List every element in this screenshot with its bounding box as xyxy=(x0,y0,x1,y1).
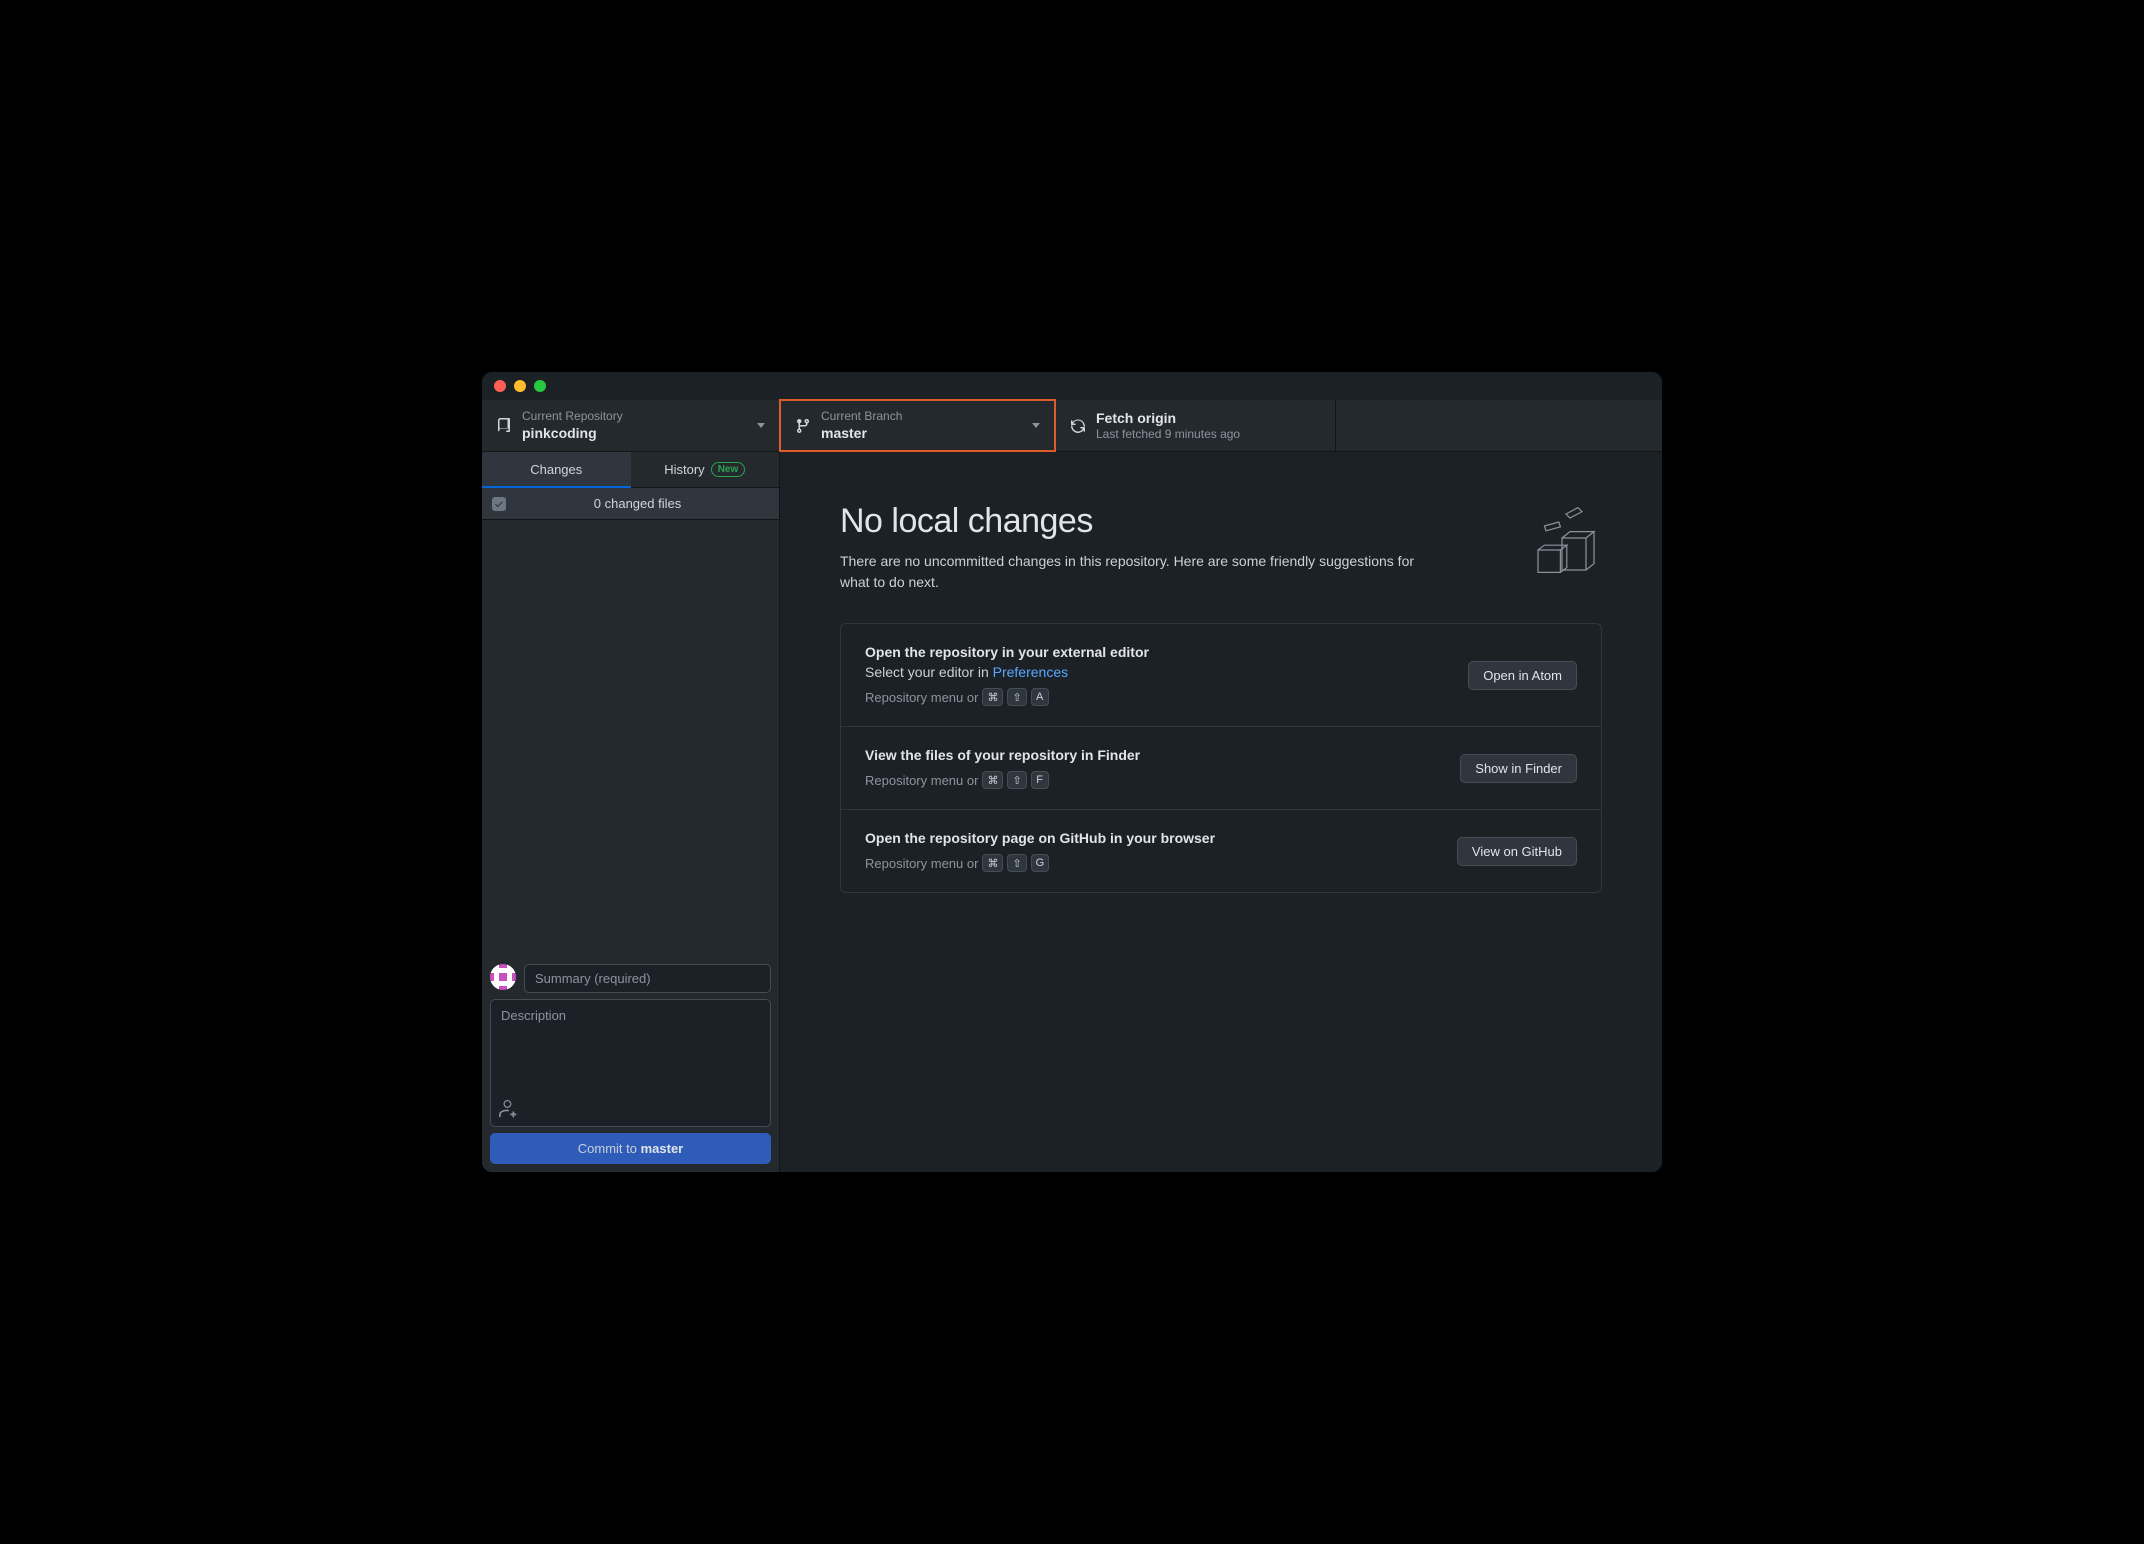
commit-prefix: Commit to xyxy=(578,1141,641,1156)
check-icon xyxy=(494,499,504,509)
fetch-label: Fetch origin xyxy=(1096,409,1321,427)
kbd-cmd: ⌘ xyxy=(982,688,1003,706)
suggestion-title: Open the repository in your external edi… xyxy=(865,644,1448,660)
tab-changes-label: Changes xyxy=(530,462,582,477)
sidebar: Changes History New 0 changed files xyxy=(482,452,780,1172)
changes-header: 0 changed files xyxy=(482,488,779,520)
repo-icon xyxy=(496,418,512,434)
show-in-finder-button[interactable]: Show in Finder xyxy=(1460,754,1577,783)
repo-value: pinkcoding xyxy=(522,424,747,442)
app-window: Current Repository pinkcoding Current Br… xyxy=(482,372,1662,1172)
minimize-window-button[interactable] xyxy=(514,380,526,392)
commit-branch: master xyxy=(641,1141,684,1156)
changes-count: 0 changed files xyxy=(506,496,769,511)
suggestion-title: View the files of your repository in Fin… xyxy=(865,747,1440,763)
kbd-a: A xyxy=(1031,688,1049,706)
suggestions-list: Open the repository in your external edi… xyxy=(840,623,1602,893)
maximize-window-button[interactable] xyxy=(534,380,546,392)
sidebar-tabs: Changes History New xyxy=(482,452,779,488)
commit-form: Description Commit to master xyxy=(482,956,779,1172)
avatar[interactable] xyxy=(490,964,516,990)
select-all-checkbox[interactable] xyxy=(492,497,506,511)
changes-list xyxy=(482,520,779,956)
add-coauthor-icon[interactable] xyxy=(499,1100,517,1118)
fetch-origin-button[interactable]: Fetch origin Last fetched 9 minutes ago xyxy=(1056,400,1336,451)
view-on-github-button[interactable]: View on GitHub xyxy=(1457,837,1577,866)
tab-history[interactable]: History New xyxy=(631,452,780,488)
current-repository-dropdown[interactable]: Current Repository pinkcoding xyxy=(482,400,780,451)
description-input[interactable]: Description xyxy=(490,999,771,1127)
new-badge: New xyxy=(711,462,746,477)
tab-changes[interactable]: Changes xyxy=(482,452,631,488)
kbd-shift: ⇧ xyxy=(1007,688,1026,706)
sync-icon xyxy=(1070,418,1086,434)
current-branch-dropdown[interactable]: Current Branch master xyxy=(779,399,1056,452)
suggestion-view-github: Open the repository page on GitHub in yo… xyxy=(841,810,1601,892)
suggestion-title: Open the repository page on GitHub in yo… xyxy=(865,830,1437,846)
summary-input[interactable] xyxy=(524,964,771,993)
kbd-cmd: ⌘ xyxy=(982,771,1003,789)
suggestion-hint: Repository menu or ⌘ ⇧ A xyxy=(865,688,1448,706)
suggestion-open-editor: Open the repository in your external edi… xyxy=(841,624,1601,727)
commit-button[interactable]: Commit to master xyxy=(490,1133,771,1164)
main-panel: No local changes There are no uncommitte… xyxy=(780,452,1662,1172)
branch-icon xyxy=(795,418,811,434)
suggestion-desc: Select your editor in Preferences xyxy=(865,664,1448,680)
chevron-down-icon xyxy=(757,423,765,428)
tab-history-label: History xyxy=(664,462,704,477)
close-window-button[interactable] xyxy=(494,380,506,392)
boxes-illustration-icon xyxy=(1522,502,1602,582)
description-placeholder: Description xyxy=(501,1008,566,1023)
branch-value: master xyxy=(821,424,1022,442)
kbd-shift: ⇧ xyxy=(1007,771,1026,789)
kbd-g: G xyxy=(1031,854,1050,872)
branch-label: Current Branch xyxy=(821,409,1022,423)
body: Changes History New 0 changed files xyxy=(482,452,1662,1172)
preferences-link[interactable]: Preferences xyxy=(993,664,1068,680)
suggestion-hint: Repository menu or ⌘ ⇧ G xyxy=(865,854,1437,872)
toolbar: Current Repository pinkcoding Current Br… xyxy=(482,400,1662,452)
open-in-atom-button[interactable]: Open in Atom xyxy=(1468,661,1577,690)
chevron-down-icon xyxy=(1032,423,1040,428)
repo-label: Current Repository xyxy=(522,409,747,423)
suggestion-show-finder: View the files of your repository in Fin… xyxy=(841,727,1601,810)
page-subtitle: There are no uncommitted changes in this… xyxy=(840,551,1440,593)
kbd-cmd: ⌘ xyxy=(982,854,1003,872)
kbd-shift: ⇧ xyxy=(1007,854,1026,872)
fetch-sub: Last fetched 9 minutes ago xyxy=(1096,427,1321,443)
suggestion-hint: Repository menu or ⌘ ⇧ F xyxy=(865,771,1440,789)
page-title: No local changes xyxy=(840,502,1482,541)
kbd-f: F xyxy=(1031,771,1049,789)
titlebar[interactable] xyxy=(482,372,1662,400)
